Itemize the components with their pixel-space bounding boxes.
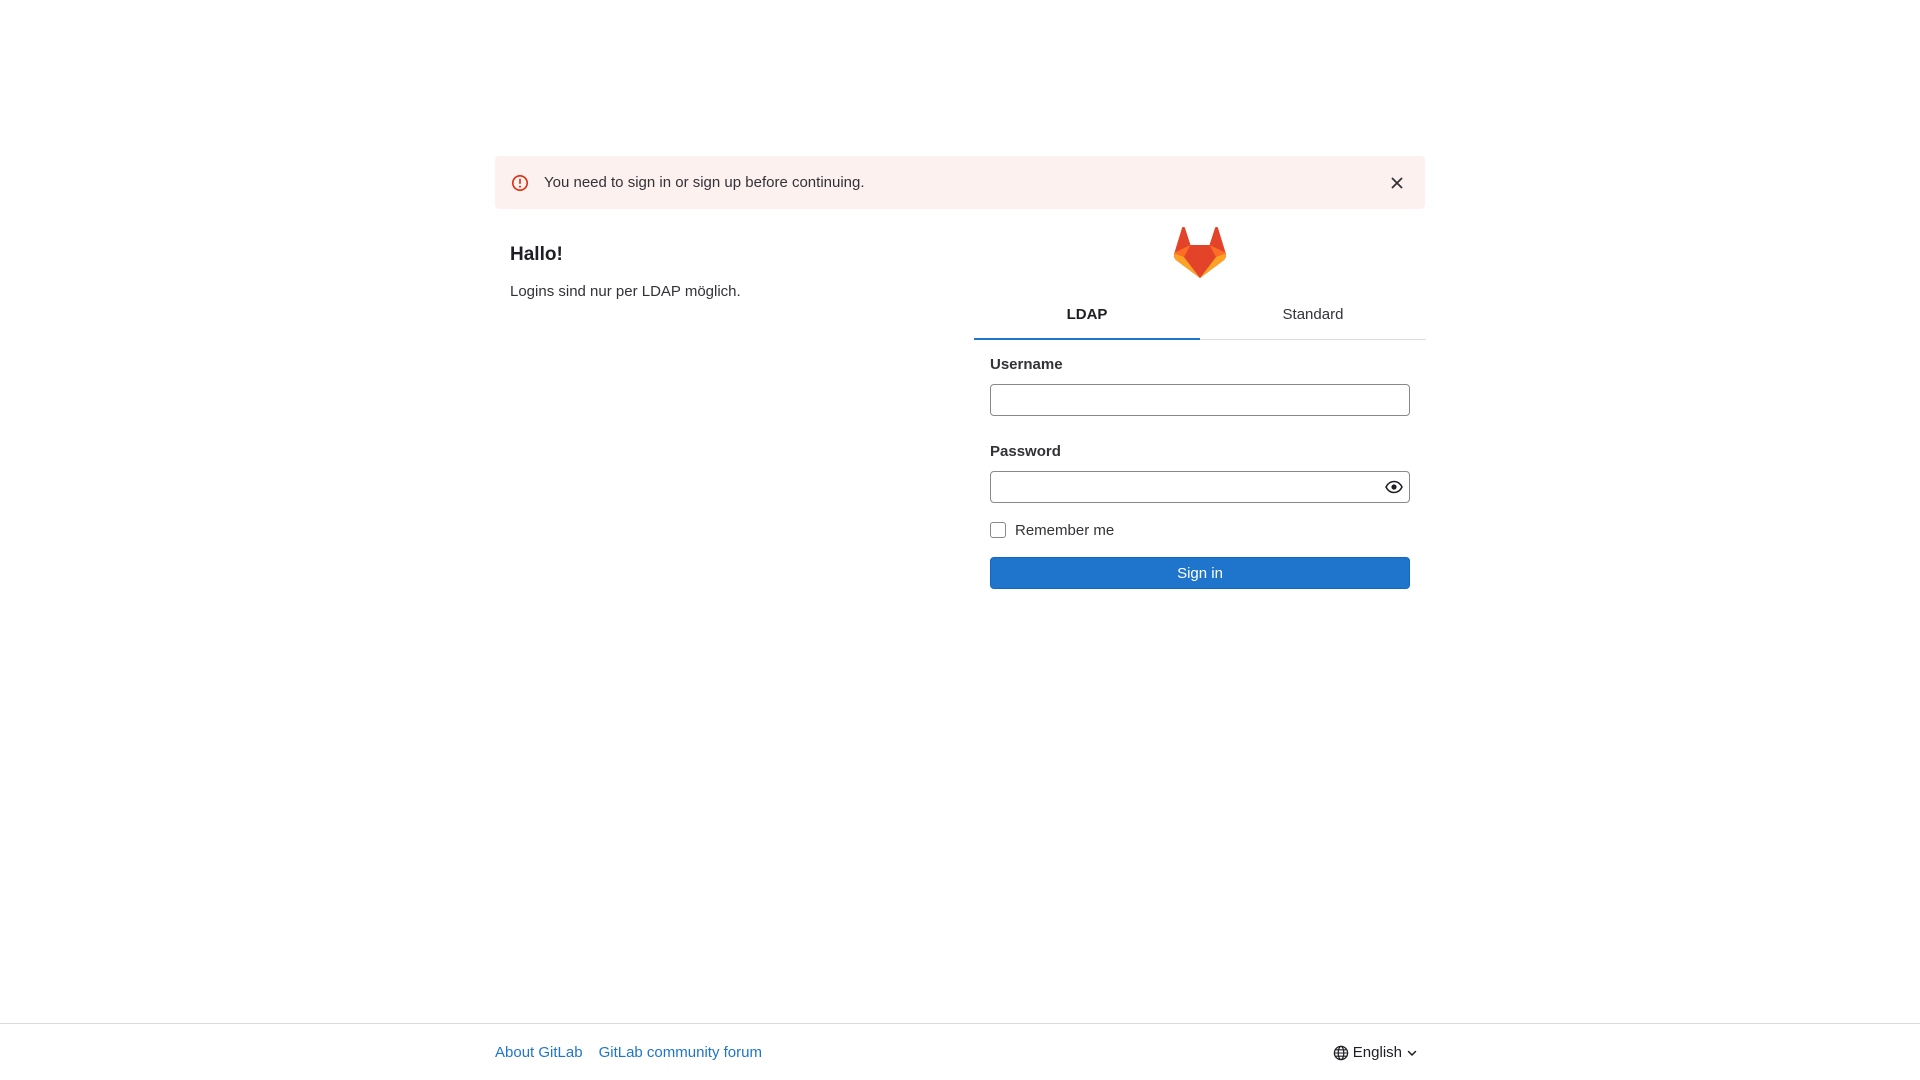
password-input[interactable] — [990, 471, 1410, 503]
login-page: You need to sign in or sign up before co… — [0, 0, 1920, 1080]
password-group: Password — [990, 443, 1410, 503]
close-icon[interactable] — [1385, 171, 1409, 195]
remember-me-row: Remember me — [990, 520, 1410, 540]
username-label: Username — [990, 356, 1063, 373]
gitlab-logo-icon — [1174, 226, 1226, 278]
alert-message: You need to sign in or sign up before co… — [544, 174, 865, 191]
remember-me-label[interactable]: Remember me — [1015, 522, 1114, 539]
footer-links: About GitLab GitLab community forum — [495, 1044, 762, 1061]
tab-standard[interactable]: Standard — [1200, 290, 1426, 339]
community-forum-link[interactable]: GitLab community forum — [599, 1044, 762, 1061]
eye-icon[interactable] — [1384, 478, 1404, 496]
language-label: English — [1352, 1044, 1402, 1061]
password-label: Password — [990, 443, 1061, 460]
password-wrapper — [990, 471, 1410, 503]
sign-in-panel: LDAP Standard Username Password Remember… — [974, 222, 1426, 589]
footer: About GitLab GitLab community forum Engl… — [0, 1023, 1920, 1080]
intro-description: Logins sind nur per LDAP möglich. — [510, 283, 741, 300]
username-group: Username — [990, 356, 1410, 416]
language-selector[interactable]: English — [1333, 1044, 1418, 1061]
globe-icon — [1333, 1045, 1349, 1061]
sign-in-tabs: LDAP Standard — [974, 290, 1426, 340]
username-input[interactable] — [990, 384, 1410, 416]
about-gitlab-link[interactable]: About GitLab — [495, 1044, 583, 1061]
page-title: Hallo! — [510, 244, 563, 265]
flash-alert: You need to sign in or sign up before co… — [495, 156, 1425, 209]
chevron-down-icon — [1406, 1047, 1418, 1059]
ldap-sign-in-form: Username Password Remember me Sign in — [974, 340, 1426, 589]
sign-in-button[interactable]: Sign in — [990, 557, 1410, 589]
tab-ldap[interactable]: LDAP — [974, 290, 1200, 340]
error-icon — [511, 174, 529, 192]
intro-section: Hallo! Logins sind nur per LDAP möglich. — [510, 240, 950, 302]
remember-me-checkbox[interactable] — [990, 522, 1006, 538]
